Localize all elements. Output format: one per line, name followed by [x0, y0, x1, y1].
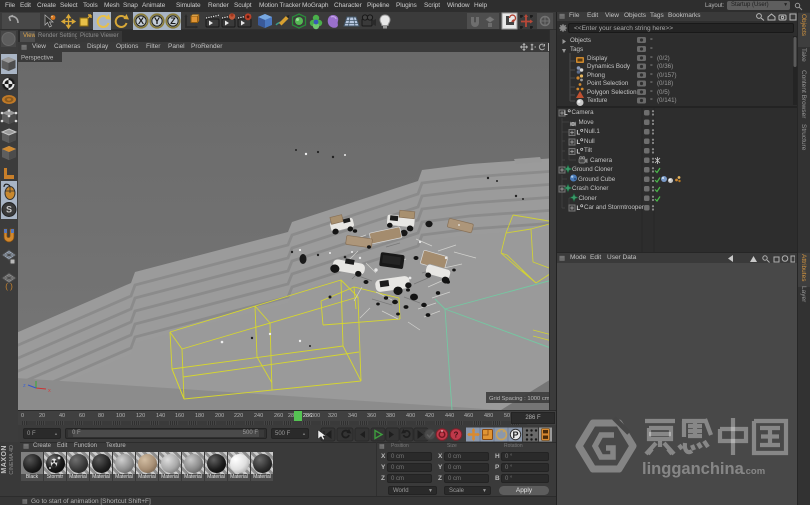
- svg-text:Y: Y: [154, 16, 160, 26]
- svg-text:Z: Z: [170, 16, 176, 26]
- svg-text:x: x: [48, 388, 51, 394]
- svg-text:lingganchina: lingganchina: [642, 460, 745, 478]
- svg-text:( ): ( ): [5, 282, 13, 291]
- svg-text:.com: .com: [743, 466, 765, 477]
- svg-text:z: z: [23, 383, 26, 389]
- svg-text:S: S: [6, 205, 12, 215]
- svg-text:P: P: [512, 430, 518, 440]
- svg-text:?: ?: [454, 431, 459, 440]
- svg-text:Grid Spacing : 1000 cm: Grid Spacing : 1000 cm: [489, 396, 549, 402]
- svg-text:Perspective: Perspective: [21, 55, 54, 62]
- svg-text:X: X: [138, 16, 144, 26]
